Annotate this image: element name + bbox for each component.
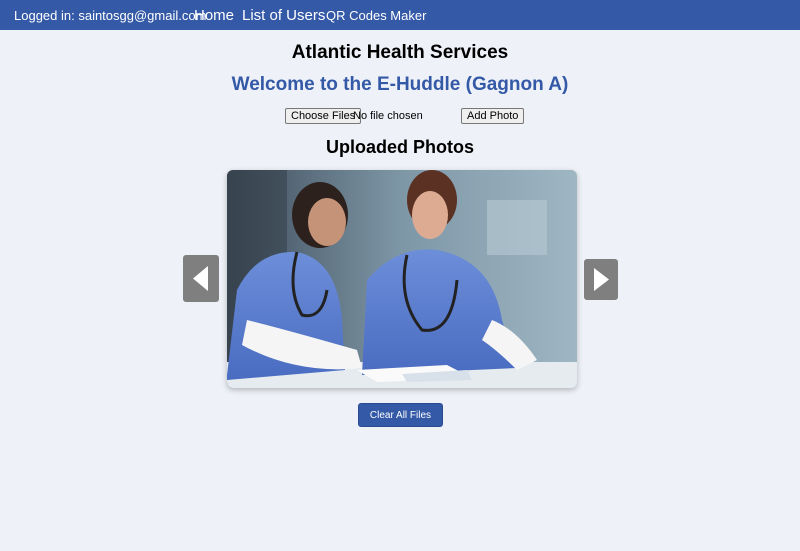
uploaded-photo [227,170,577,388]
triangle-left-icon [193,266,208,291]
triangle-right-icon [594,268,609,291]
choose-files-button[interactable]: Choose Files [285,108,362,124]
uploaded-photos-title: Uploaded Photos [326,137,474,157]
top-navbar: Logged in: saintosgg@gmail.com Home List… [0,0,800,30]
page-title: Atlantic Health Services [291,42,509,63]
carousel-prev-button[interactable] [183,255,219,302]
add-photo-button[interactable]: Add Photo [461,108,525,124]
nav-qr-link[interactable]: QR Codes Maker [326,8,426,23]
nav-home-link[interactable]: Home [194,7,234,24]
logged-in-user: Logged in: saintosgg@gmail.com [14,8,207,23]
nurses-photo-image [227,170,577,388]
file-status: No file chosen [353,110,423,122]
carousel-next-button[interactable] [584,259,618,300]
clear-all-files-button[interactable]: Clear All Files [358,403,443,427]
nav-users-link[interactable]: List of Users [242,7,325,24]
welcome-heading: Welcome to the E-Huddle (Gagnon A) [231,74,569,95]
